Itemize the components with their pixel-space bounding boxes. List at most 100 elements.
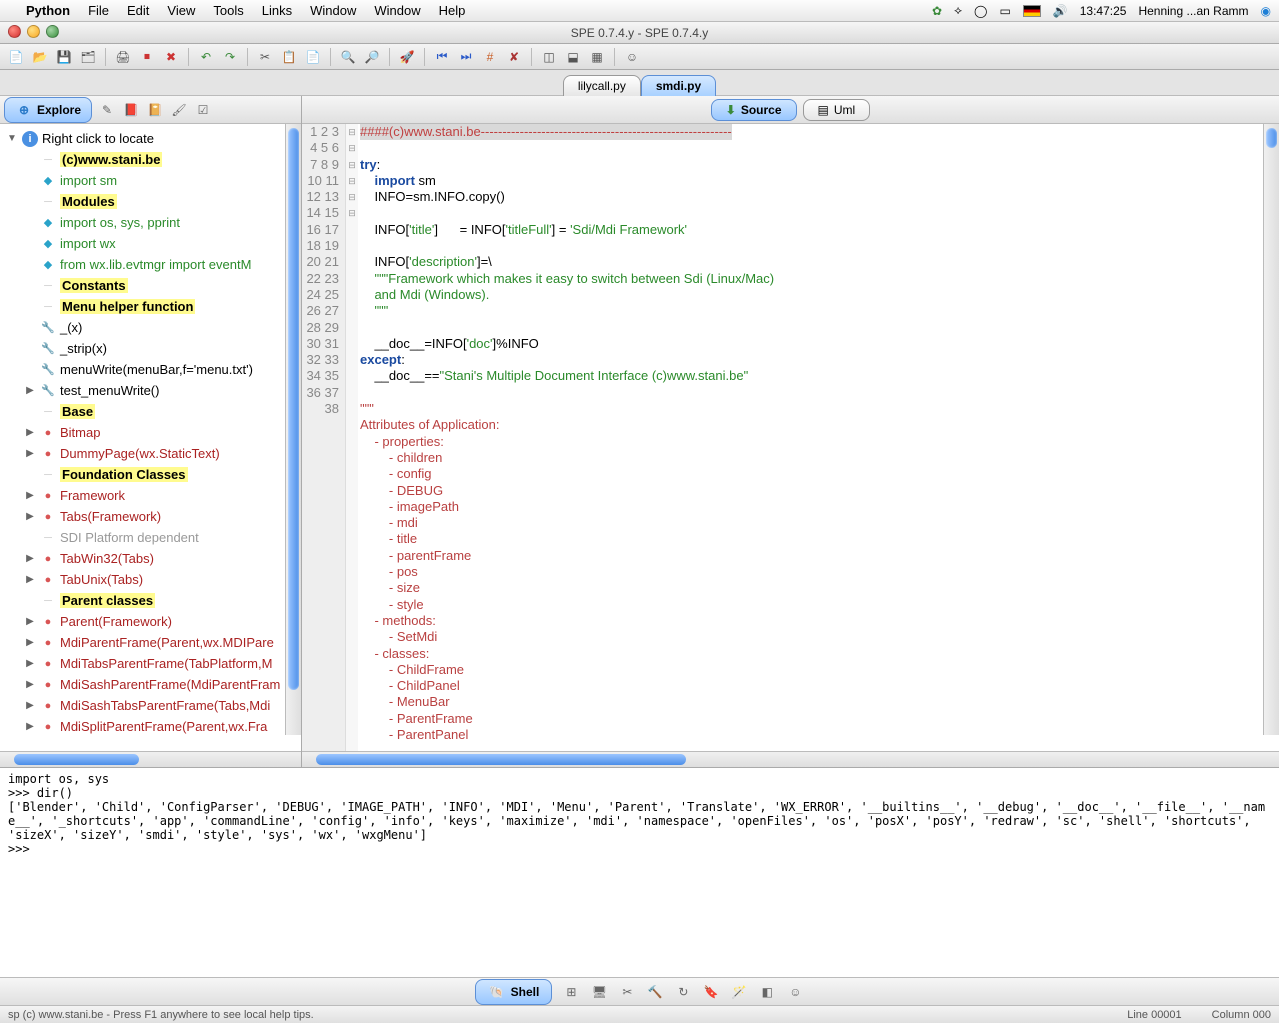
tree-row[interactable]: ◆import sm (0, 170, 301, 191)
tree-row[interactable]: ▶●Framework (0, 485, 301, 506)
tree-row[interactable]: ◆from wx.lib.evtmgr import eventM (0, 254, 301, 275)
undo-icon[interactable]: ↶ (196, 47, 216, 67)
tree-row[interactable]: ▶●MdiSashTabsParentFrame(Tabs,Mdi (0, 695, 301, 716)
menu-tools[interactable]: Tools (213, 3, 243, 18)
check-icon[interactable]: ☑ (194, 101, 212, 119)
menuextra-bluetooth-icon[interactable]: ⟡ (954, 3, 962, 18)
wand-icon[interactable]: 🪄 (730, 983, 748, 1001)
tab-shell[interactable]: 🐚 Shell (475, 979, 553, 1005)
tree-row[interactable]: 🔧menuWrite(menuBar,f='menu.txt') (0, 359, 301, 380)
tree-row[interactable]: ▶●MdiTabsParentFrame(TabPlatform,M (0, 653, 301, 674)
tree-row[interactable]: ─(c)www.stani.be (0, 149, 301, 170)
spotlight-icon[interactable]: ◉ (1261, 4, 1271, 18)
new-file-icon[interactable]: 📄 (6, 47, 26, 67)
doc-tab-smdi[interactable]: smdi.py (641, 75, 716, 96)
minimize-window-button[interactable] (27, 25, 40, 38)
print-icon[interactable]: 🖨 (113, 47, 133, 67)
tree-row[interactable]: ▶●MdiParentFrame(Parent,wx.MDIPare (0, 632, 301, 653)
close-icon[interactable]: ✖ (161, 47, 181, 67)
menuextra-leaf-icon[interactable]: ✿ (932, 4, 942, 18)
refresh-icon[interactable]: ↻ (674, 983, 692, 1001)
copy-icon[interactable]: 📋 (279, 47, 299, 67)
menu-window-2[interactable]: Window (374, 3, 420, 18)
menu-links[interactable]: Links (262, 3, 292, 18)
tab-explore[interactable]: ⊕ Explore (4, 97, 92, 123)
stop-icon[interactable]: ⏹ (137, 47, 157, 67)
tree-row[interactable]: ▶●Parent(Framework) (0, 611, 301, 632)
doc-tab-lilycall[interactable]: lilycall.py (563, 75, 641, 96)
split-h-icon[interactable]: ◫ (539, 47, 559, 67)
zoom-window-button[interactable] (46, 25, 59, 38)
grid-icon[interactable]: ⊞ (562, 983, 580, 1001)
layout-icon[interactable]: ▦ (587, 47, 607, 67)
menuextra-input-flag-icon[interactable] (1023, 5, 1041, 17)
redo-icon[interactable]: ↷ (220, 47, 240, 67)
tree-horizontal-scrollbar[interactable] (0, 751, 301, 767)
scissors-icon[interactable]: ✂ (618, 983, 636, 1001)
tree-row[interactable]: ─SDI Platform dependent (0, 527, 301, 548)
eraser-icon[interactable]: ◧ (758, 983, 776, 1001)
split-v-icon[interactable]: ⬓ (563, 47, 583, 67)
tree-row[interactable]: ─Foundation Classes (0, 464, 301, 485)
editor-vertical-scrollbar[interactable] (1263, 124, 1279, 735)
tree-row[interactable]: ▶●Bitmap (0, 422, 301, 443)
tree-row[interactable]: ─Menu helper function (0, 296, 301, 317)
zoom-out-icon[interactable]: 🔎 (362, 47, 382, 67)
open-file-icon[interactable]: 📂 (30, 47, 50, 67)
tree-row[interactable]: ◆import wx (0, 233, 301, 254)
fold-column[interactable]: ⊟ ⊟ ⊟ ⊟ ⊟ ⊟ (346, 124, 358, 751)
tree-row[interactable]: ▶🔧test_menuWrite() (0, 380, 301, 401)
brush-icon[interactable]: 🖌 (170, 101, 188, 119)
tree-row[interactable]: ─Base (0, 401, 301, 422)
face-icon[interactable]: ☺ (786, 983, 804, 1001)
book-icon[interactable]: 📕 (122, 101, 140, 119)
tab-uml[interactable]: ▤ Uml (803, 99, 871, 121)
shell-output[interactable]: import os, sys >>> dir() ['Blender', 'Ch… (0, 768, 1279, 977)
menu-edit[interactable]: Edit (127, 3, 149, 18)
tab-source[interactable]: ⬇ Source (711, 99, 797, 121)
zoom-in-icon[interactable]: 🔍 (338, 47, 358, 67)
notes-icon[interactable]: 📔 (146, 101, 164, 119)
menuextra-display-icon[interactable]: ▭ (999, 4, 1010, 18)
hammer-icon[interactable]: 🔨 (646, 983, 664, 1001)
pencil-icon[interactable]: ✎ (98, 101, 116, 119)
cut-icon[interactable]: ✂ (255, 47, 275, 67)
tree-row[interactable]: ▼iRight click to locate (0, 128, 301, 149)
close-window-button[interactable] (8, 25, 21, 38)
code-area[interactable]: ####(c)www.stani.be---------------------… (358, 124, 1279, 751)
tree-row[interactable]: 🔧_(x) (0, 317, 301, 338)
window-titlebar[interactable]: SPE 0.7.4.y - SPE 0.7.4.y (0, 22, 1279, 44)
hash-icon[interactable]: # (480, 47, 500, 67)
tree-row[interactable]: ▶●MdiSashParentFrame(MdiParentFram (0, 674, 301, 695)
tree-vertical-scrollbar[interactable] (285, 124, 301, 735)
menubar-user[interactable]: Henning ...an Ramm (1138, 4, 1248, 18)
smiley-icon[interactable]: ☺ (622, 47, 642, 67)
tree-row[interactable]: ▶●DummyPage(wx.StaticText) (0, 443, 301, 464)
tree-row[interactable]: ─Modules (0, 191, 301, 212)
tree-row[interactable]: ◆import os, sys, pprint (0, 212, 301, 233)
save-icon[interactable]: 💾 (54, 47, 74, 67)
run-icon[interactable]: 🚀 (397, 47, 417, 67)
tree-row[interactable]: ─Constants (0, 275, 301, 296)
editor-horizontal-scrollbar[interactable] (302, 751, 1279, 767)
menu-window-1[interactable]: Window (310, 3, 356, 18)
tree-row[interactable]: ▶●Tabs(Framework) (0, 506, 301, 527)
menubar-clock[interactable]: 13:47:25 (1080, 4, 1127, 18)
bookmark-icon[interactable]: 🔖 (702, 983, 720, 1001)
debug-icon[interactable]: ✘ (504, 47, 524, 67)
next-icon[interactable]: ⏭ (456, 47, 476, 67)
prev-icon[interactable]: ⏮ (432, 47, 452, 67)
menu-file[interactable]: File (88, 3, 109, 18)
menu-view[interactable]: View (167, 3, 195, 18)
tree-row[interactable]: 🔧_strip(x) (0, 338, 301, 359)
tree-row[interactable]: ▶●MdiSplitParentFrame(Parent,wx.Fra (0, 716, 301, 737)
monitor-icon[interactable]: 🖥 (590, 983, 608, 1001)
tree-row[interactable]: ─Parent classes (0, 590, 301, 611)
paste-icon[interactable]: 📄 (303, 47, 323, 67)
menu-help[interactable]: Help (439, 3, 466, 18)
explorer-tree[interactable]: ▼iRight click to locate─(c)www.stani.be◆… (0, 124, 301, 751)
tree-row[interactable]: ▶●TabUnix(Tabs) (0, 569, 301, 590)
save-all-icon[interactable]: 🗂 (78, 47, 98, 67)
tree-row[interactable]: ▶●TabWin32(Tabs) (0, 548, 301, 569)
app-name[interactable]: Python (26, 3, 70, 18)
